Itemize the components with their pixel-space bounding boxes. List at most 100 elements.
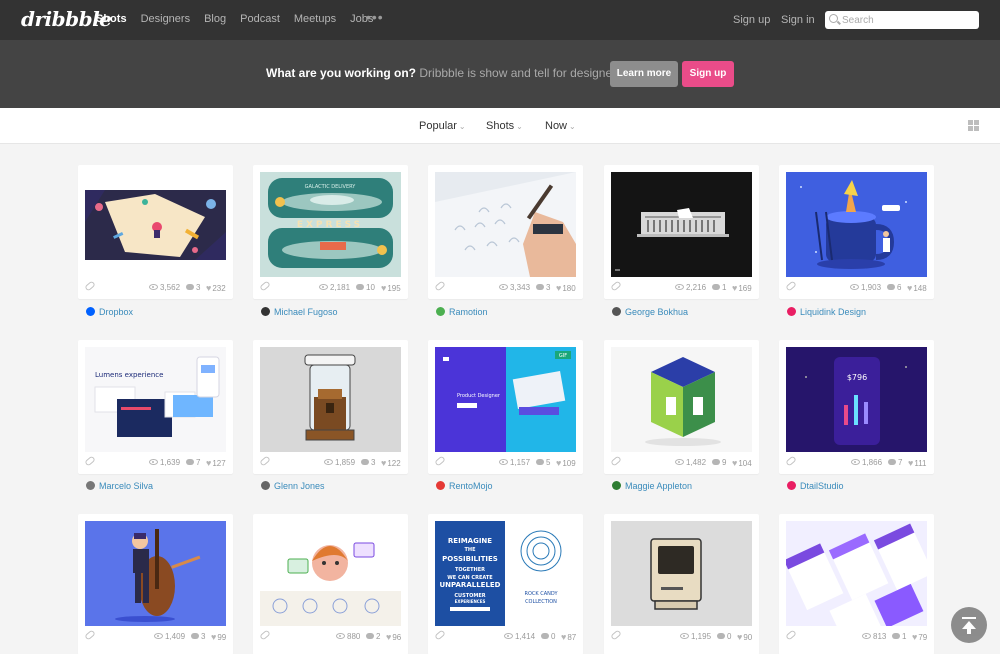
shot-card[interactable]: REIMAGINE THE POSSIBILITIES TOGETHER WE CAN … [428, 514, 583, 654]
comments-stat[interactable]: 0 [717, 632, 731, 641]
link-icon[interactable] [84, 629, 96, 641]
nav-meetups[interactable]: Meetups [294, 13, 336, 25]
likes-stat[interactable]: ♥96 [386, 632, 401, 642]
more-menu-icon[interactable]: ••• [366, 9, 384, 25]
likes-stat[interactable]: ♥122 [381, 458, 401, 468]
grid-view-icon[interactable] [968, 120, 979, 131]
shot-thumbnail[interactable] [611, 521, 752, 626]
designer-link[interactable]: Michael Fugoso [261, 307, 338, 317]
shot-card[interactable]: 880 2 ♥96 [253, 514, 408, 654]
link-icon[interactable] [259, 455, 271, 467]
link-icon[interactable] [84, 280, 96, 292]
search-input[interactable] [842, 13, 972, 27]
nav-shots[interactable]: Shots [96, 13, 127, 25]
signup-button[interactable]: Sign up [682, 61, 734, 87]
comments-stat[interactable]: 7 [186, 458, 200, 467]
comments-stat[interactable]: 7 [888, 458, 902, 467]
comments-stat[interactable]: 5 [536, 458, 550, 467]
shot-thumbnail[interactable] [85, 172, 226, 277]
link-icon[interactable] [259, 629, 271, 641]
nav-blog[interactable]: Blog [204, 13, 226, 25]
link-icon[interactable] [434, 455, 446, 467]
likes-stat[interactable]: ♥87 [561, 632, 576, 642]
shot-card[interactable]: 2,216 1 ♥169 [604, 165, 759, 299]
likes-stat[interactable]: ♥232 [206, 283, 226, 293]
link-icon[interactable] [434, 629, 446, 641]
shot-thumbnail[interactable] [611, 347, 752, 452]
comments-stat[interactable]: 0 [541, 632, 555, 641]
comments-stat[interactable]: 3 [186, 283, 200, 292]
designer-link[interactable]: RentoMojo [436, 481, 493, 491]
likes-stat[interactable]: ♥109 [556, 458, 576, 468]
learn-more-button[interactable]: Learn more [610, 61, 678, 87]
shot-card[interactable]: Lumens experience 1,639 7 ♥127 [78, 340, 233, 474]
shot-thumbnail[interactable] [611, 172, 752, 277]
designer-link[interactable]: Maggie Appleton [612, 481, 692, 491]
shot-thumbnail[interactable] [786, 521, 927, 626]
designer-link[interactable]: Dropbox [86, 307, 133, 317]
link-icon[interactable] [785, 455, 797, 467]
shot-card[interactable]: 813 1 ♥79 [779, 514, 934, 654]
sort-filter[interactable]: Popular ⌄ [419, 120, 466, 132]
nav-designers[interactable]: Designers [141, 13, 191, 25]
comments-stat[interactable]: 3 [361, 458, 375, 467]
shot-card[interactable]: 3,343 3 ♥180 [428, 165, 583, 299]
shot-card[interactable]: $796 1,866 7 ♥111 [779, 340, 934, 474]
time-filter[interactable]: Now ⌄ [545, 120, 576, 132]
comments-stat[interactable]: 1 [712, 283, 726, 292]
shot-thumbnail[interactable]: Product Designer GIF [435, 347, 576, 452]
likes-stat[interactable]: ♥79 [912, 632, 927, 642]
designer-link[interactable]: George Bokhua [612, 307, 688, 317]
shot-card[interactable]: 1,859 3 ♥122 [253, 340, 408, 474]
shot-thumbnail[interactable] [260, 521, 401, 626]
likes-stat[interactable]: ♥195 [381, 283, 401, 293]
link-icon[interactable] [610, 280, 622, 292]
shot-card[interactable]: 1,482 9 ♥104 [604, 340, 759, 474]
comments-stat[interactable]: 9 [712, 458, 726, 467]
likes-stat[interactable]: ♥90 [737, 632, 752, 642]
back-to-top-button[interactable] [951, 607, 987, 643]
comments-stat[interactable]: 6 [887, 283, 901, 292]
link-icon[interactable] [610, 455, 622, 467]
shot-card[interactable]: 1,409 3 ♥99 [78, 514, 233, 654]
comments-stat[interactable]: 2 [366, 632, 380, 641]
likes-stat[interactable]: ♥104 [732, 458, 752, 468]
nav-podcast[interactable]: Podcast [240, 13, 280, 25]
header-signup-link[interactable]: Sign up [733, 14, 770, 26]
likes-stat[interactable]: ♥180 [556, 283, 576, 293]
shot-thumbnail[interactable]: REIMAGINE THE POSSIBILITIES TOGETHER WE CAN … [435, 521, 576, 626]
shot-thumbnail[interactable] [786, 172, 927, 277]
likes-stat[interactable]: ♥169 [732, 283, 752, 293]
likes-stat[interactable]: ♥148 [907, 283, 927, 293]
shot-thumbnail[interactable]: Lumens experience [85, 347, 226, 452]
comments-stat[interactable]: 1 [892, 632, 906, 641]
shot-card[interactable]: 3,562 3 ♥232 [78, 165, 233, 299]
comments-stat[interactable]: 10 [356, 283, 375, 292]
link-icon[interactable] [259, 280, 271, 292]
shot-card[interactable]: GALACTIC DELIVERY EXPRESS 2,181 10 ♥195 [253, 165, 408, 299]
likes-stat[interactable]: ♥111 [908, 458, 927, 468]
designer-link[interactable]: Glenn Jones [261, 481, 325, 491]
link-icon[interactable] [610, 629, 622, 641]
shot-thumbnail[interactable]: $796 [786, 347, 927, 452]
designer-link[interactable]: Ramotion [436, 307, 488, 317]
shot-card[interactable]: 1,195 0 ♥90 [604, 514, 759, 654]
likes-stat[interactable]: ♥99 [211, 632, 226, 642]
shot-thumbnail[interactable] [85, 521, 226, 626]
shot-thumbnail[interactable]: GALACTIC DELIVERY EXPRESS [260, 172, 401, 277]
designer-link[interactable]: DtailStudio [787, 481, 844, 491]
link-icon[interactable] [785, 280, 797, 292]
link-icon[interactable] [84, 455, 96, 467]
designer-link[interactable]: Marcelo Silva [86, 481, 153, 491]
shot-thumbnail[interactable] [260, 347, 401, 452]
shot-thumbnail[interactable] [435, 172, 576, 277]
shot-card[interactable]: 1,903 6 ♥148 [779, 165, 934, 299]
likes-stat[interactable]: ♥127 [206, 458, 226, 468]
designer-link[interactable]: Liquidink Design [787, 307, 866, 317]
comments-stat[interactable]: 3 [191, 632, 205, 641]
header-signin-link[interactable]: Sign in [781, 14, 815, 26]
shot-card[interactable]: Product Designer GIF 1,157 5 ♥109 [428, 340, 583, 474]
type-filter[interactable]: Shots ⌄ [486, 120, 523, 132]
link-icon[interactable] [434, 280, 446, 292]
comments-stat[interactable]: 3 [536, 283, 550, 292]
